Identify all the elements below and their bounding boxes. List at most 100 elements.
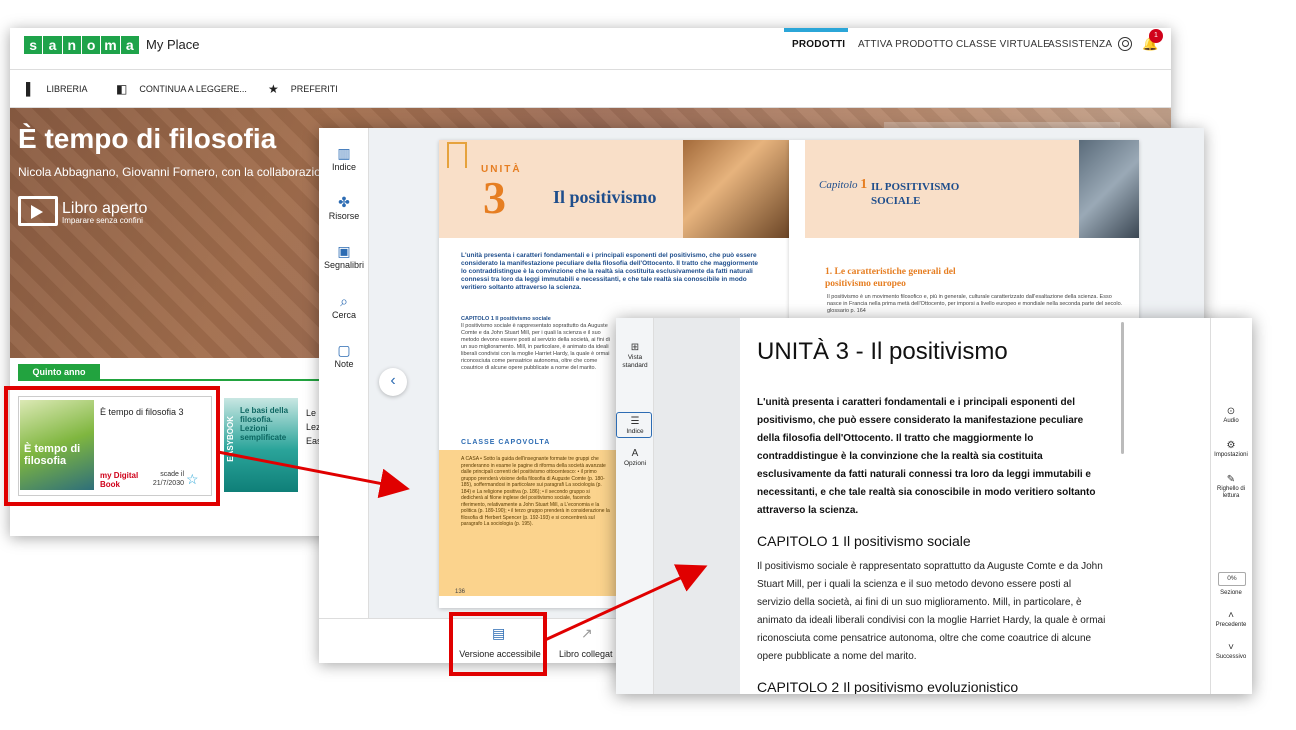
chapter-word: Capitolo	[819, 179, 858, 191]
cover-band: EASYBOOK	[226, 416, 235, 462]
logo-letter: a	[43, 36, 62, 54]
chevron-up-icon: ˄	[1228, 610, 1234, 621]
logo-letter: m	[101, 36, 120, 54]
tool-label: Audio	[1223, 418, 1239, 424]
subnav-preferiti[interactable]: ★ PREFERITI	[268, 83, 338, 95]
user-icon[interactable]	[1118, 37, 1132, 51]
sidebar-item-note[interactable]: ▢ Note	[319, 341, 369, 369]
sanoma-logo[interactable]: s a n o m a	[24, 36, 140, 54]
sidebar-label: Risorse	[328, 211, 360, 221]
logo-subtitle: My Place	[146, 37, 200, 52]
nav-prodotti[interactable]: PRODOTTI	[792, 38, 845, 52]
chevron-down-icon: ˅	[1228, 642, 1234, 653]
tool-opzioni[interactable]: A Opzioni	[616, 448, 654, 468]
chapter-paragraph: Il positivismo sociale è rappresentato s…	[757, 561, 1106, 662]
font-icon: A	[631, 448, 639, 459]
tool-righello[interactable]: ✎ Righello di lettura	[1210, 474, 1252, 500]
tool-label: Impostazioni	[1214, 452, 1248, 458]
classe-capovolta-heading: CLASSE CAPOVOLTA	[461, 439, 551, 446]
scrollbar[interactable]	[1121, 322, 1124, 454]
sidebar-item-cerca[interactable]: ⌕ Cerca	[319, 292, 369, 320]
tool-label: Righello di lettura	[1216, 486, 1246, 499]
libro-aperto-icon	[18, 196, 58, 226]
note-icon: ▢	[337, 342, 351, 358]
unit-title: Il positivismo	[553, 187, 657, 207]
libro-collegato-button[interactable]: Libro collegat	[559, 648, 619, 660]
tool-label: Opzioni	[623, 460, 647, 467]
unit-intro: L'unità presenta i caratteri fondamental…	[461, 252, 758, 291]
chapter-label: Capitolo 1	[819, 178, 867, 192]
nav-classe-virtuale[interactable]: CLASSE VIRTUALE	[956, 38, 1050, 52]
intro-paragraph: L'unità presenta i caratteri fondamental…	[757, 397, 1096, 516]
nav-label: Precedente	[1215, 622, 1247, 628]
tab-quinto-anno[interactable]: Quinto anno	[18, 364, 100, 380]
highlight-box	[4, 386, 220, 506]
previous-section-button[interactable]: ˄ Precedente	[1210, 610, 1252, 629]
brand-subtitle: Imparare senza confini	[62, 216, 143, 225]
page-number: 136	[455, 589, 466, 595]
tool-audio[interactable]: ⊙ Audio	[1210, 406, 1252, 425]
page-illustration	[683, 140, 789, 238]
page-illustration	[1079, 140, 1139, 238]
right-toolbar	[1210, 318, 1252, 694]
nav-assistenza[interactable]: ASSISTENZA	[1048, 38, 1112, 52]
logo-letter: s	[24, 36, 43, 54]
chapter-heading: CAPITOLO 1 Il positivismo sociale	[757, 533, 971, 549]
book-open-icon: ◧	[116, 82, 128, 96]
sidebar-item-indice[interactable]: ▥ Indice	[319, 144, 369, 172]
margin	[654, 318, 740, 694]
section-label: Sezione	[1220, 590, 1242, 596]
linked-book-icon[interactable]: ↗	[581, 624, 593, 642]
logo-letter: n	[62, 36, 81, 54]
tab-underline	[18, 379, 338, 381]
sidebar-item-risorse[interactable]: ✤ Risorse	[319, 193, 369, 221]
subnav-label: PREFERITI	[290, 84, 338, 94]
list-icon: ☰	[630, 416, 640, 427]
book-icon: ⊞	[630, 342, 640, 353]
tool-indice[interactable]: ☰ Indice	[616, 416, 654, 436]
sidebar-item-segnalibri[interactable]: ▣ Segnalibri	[319, 242, 369, 270]
tool-vista-standard[interactable]: ⊞ Vista standard	[616, 342, 654, 370]
chapter-summary: CAPITOLO 1 Il positivismo sociale Il pos…	[461, 316, 611, 372]
unit-number: 3	[483, 172, 506, 223]
logo-letter: o	[81, 36, 101, 54]
chapter-heading: CAPITOLO 2 Il positivismo evoluzionistic…	[757, 679, 1019, 694]
sidebar-label: Segnalibri	[323, 260, 365, 270]
subnav-label: CONTINUA A LEGGERE...	[139, 84, 247, 94]
bookmark-ribbon-icon[interactable]	[447, 142, 467, 168]
chapter-summary-text: Il positivismo sociale è rappresentato s…	[461, 323, 610, 371]
nav-attiva-prodotto[interactable]: ATTIVA PRODOTTO	[858, 38, 953, 52]
subnav-libreria[interactable]: ▌ LIBRERIA	[26, 83, 88, 95]
chapter-summary-head: CAPITOLO 1 Il positivismo sociale	[461, 316, 551, 322]
sidebar-label: Note	[334, 359, 354, 369]
tool-impostazioni[interactable]: ⚙ Impostazioni	[1210, 440, 1252, 459]
bookmark-icon: ▣	[337, 243, 351, 259]
search-icon: ⌕	[340, 293, 348, 309]
sidebar-label: Cerca	[331, 310, 356, 320]
hero-title: È tempo di filosofia	[18, 123, 277, 154]
active-nav-indicator	[784, 28, 848, 32]
left-toolbar	[616, 318, 654, 694]
highlight-box	[449, 612, 547, 676]
resources-icon: ✤	[338, 194, 350, 210]
play-icon: ⊙	[1226, 406, 1236, 417]
sidebar-label: Indice	[331, 162, 357, 172]
tool-label: Vista standard	[622, 354, 648, 369]
nav-label: Successivo	[1215, 654, 1247, 660]
chapter-title: IL POSITIVISMO SOCIALE	[871, 181, 960, 207]
books-icon: ▥	[337, 145, 351, 161]
section-heading: 1. Le caratteristiche generali del posit…	[825, 267, 956, 289]
logo-letter: a	[120, 36, 139, 54]
tool-label: Indice	[626, 428, 644, 435]
library-icon: ▌	[26, 82, 35, 96]
accessible-version-window: ⊞ Vista standard ☰ Indice A Opzioni ⊙ Au…	[616, 318, 1252, 694]
subnav-continua[interactable]: ◧ CONTINUA A LEGGERE...	[116, 83, 247, 95]
hero-authors: Nicola Abbagnano, Giovanni Fornero, con …	[18, 165, 328, 179]
star-icon: ★	[268, 82, 279, 96]
page-title: UNITÀ 3 - Il positivismo	[757, 338, 1008, 365]
next-section-button[interactable]: ˅ Successivo	[1210, 642, 1252, 661]
section-text: Il positivismo è un movimento filosofico…	[827, 294, 1123, 314]
gear-icon: ⚙	[1226, 440, 1236, 451]
previous-page-button[interactable]: ‹	[379, 368, 407, 396]
cover-title: Le basi della filosofia. Lezioni semplif…	[240, 406, 289, 442]
